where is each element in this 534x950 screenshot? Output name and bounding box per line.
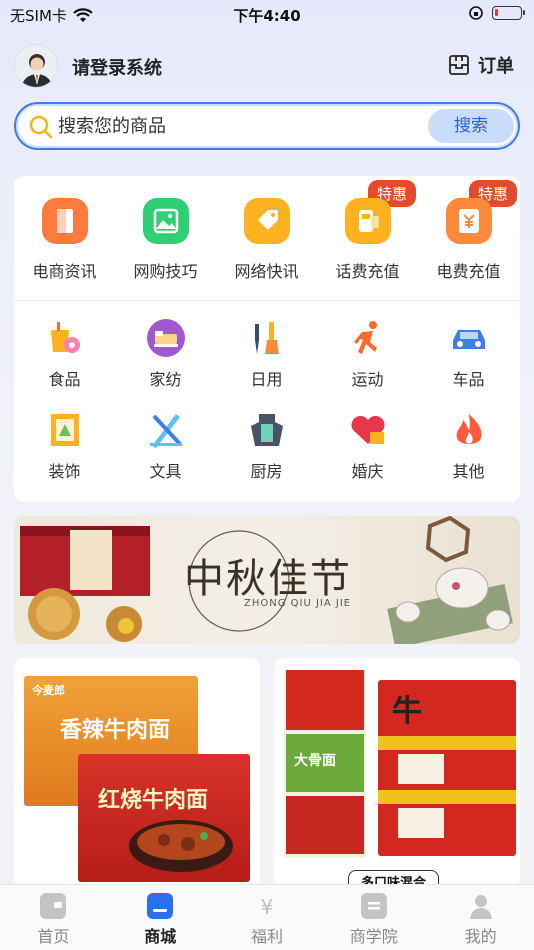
category-label: 家纺 [149,370,182,389]
noodle-bowl-image [129,820,233,872]
status-right [468,5,525,21]
battery-icon [492,6,525,20]
teapot-image [387,516,513,644]
tab-home[interactable]: 首页 [0,885,107,950]
tab-label: 福利 [250,927,283,946]
status-time: 下午4:40 [233,7,301,25]
orientation-lock-icon [469,6,483,20]
pack-stack-title: 大骨面 [294,753,336,769]
category-label: 婚庆 [351,462,384,481]
academy-icon [360,893,387,919]
banner-title: 中秋佳节 [184,556,352,602]
feature-label: 网络快讯 [234,262,299,281]
pack-title-1: 香辣牛肉面 [60,717,171,743]
category-label: 车品 [452,370,485,389]
search-input[interactable] [58,112,418,140]
feature-label: 话费充值 [335,262,400,281]
flame-icon [449,410,489,450]
category-kitchen[interactable]: 厨房 [216,406,317,498]
tab-welfare[interactable]: ¥ 福利 [214,885,321,950]
food-icon [45,318,85,358]
divider [14,300,520,301]
category-daily[interactable]: 日用 [216,314,317,406]
avatar[interactable] [14,44,58,88]
tag-icon [243,198,290,244]
category-label: 食品 [48,370,81,389]
feature-label: 电费充值 [436,262,501,281]
category-decoration[interactable]: 装饰 [14,406,115,498]
search-button[interactable]: 搜索 [428,109,514,143]
noodle-pack-red: 红烧牛肉面 [78,754,250,882]
tab-label: 商学院 [349,927,398,946]
product-card-spicy-beef-noodles[interactable]: 今麦郎 香辣牛肉面 红烧牛肉面 [14,658,260,888]
tab-label: 首页 [37,927,70,946]
news-door-icon [41,198,88,244]
tab-mall[interactable]: 商城 [107,885,214,950]
category-grid: 食品 家纺 日用 运动 车品 装饰 文具 厨房 婚庆 其他 [14,314,520,498]
pack-title-2: 红烧牛肉面 [98,787,209,813]
car-icon [449,318,489,358]
welfare-icon: ¥ [254,893,280,919]
bedding-icon [146,318,186,358]
orders-icon [449,55,469,75]
feature-phone-recharge[interactable]: 特惠 话费充值 [317,180,418,290]
product-card-bone-noodles[interactable]: 大骨面 牛 多口味混合 [274,658,520,888]
picture-icon [142,198,189,244]
bottom-tab-bar: 首页 商城 ¥ 福利 商学院 我的 [0,884,534,950]
orders-label: 订单 [478,56,514,77]
category-label: 其他 [452,462,485,481]
noodle-box-stack: 牛 [378,680,516,856]
search-bar: 搜索 [14,102,520,150]
user-avatar-icon [15,45,57,87]
category-label: 文具 [149,462,182,481]
orders-button[interactable]: 订单 [448,52,514,78]
mooncake-box-image [20,526,150,642]
tab-label: 商城 [144,927,177,946]
feature-network-flash[interactable]: 网络快讯 [216,194,317,290]
mid-autumn-banner[interactable]: 中秋佳节 ZHONG QIU JIA JIE [14,516,520,644]
status-bar: 无SIM卡 下午4:40 [0,0,534,30]
mall-icon [147,893,174,919]
category-stationery[interactable]: 文具 [115,406,216,498]
tab-academy[interactable]: 商学院 [320,885,427,950]
category-bedding[interactable]: 家纺 [115,314,216,406]
feature-label: 网购技巧 [133,262,198,281]
feature-shopping-tips[interactable]: 网购技巧 [115,194,216,290]
banner-subtitle: ZHONG QIU JIA JIE [244,598,352,609]
brand-label: 今麦郎 [32,684,65,697]
feature-ecommerce-news[interactable]: 电商资讯 [14,194,115,290]
battery-level [495,9,498,16]
header: 请登录系统 订单 [14,42,520,90]
svg-text:¥: ¥ [261,895,274,919]
home-icon [40,893,67,919]
apron-icon [247,410,287,450]
tab-label: 我的 [464,927,497,946]
electricity-bill-icon [445,198,492,244]
running-icon [348,318,388,358]
frame-icon [45,410,85,450]
category-other[interactable]: 其他 [418,406,519,498]
stationery-icon [146,410,186,450]
feature-label: 电商资讯 [32,262,97,281]
category-label: 日用 [250,370,283,389]
category-label: 装饰 [48,462,81,481]
category-food[interactable]: 食品 [14,314,115,406]
category-car[interactable]: 车品 [418,314,519,406]
category-label: 厨房 [250,462,283,481]
category-sports[interactable]: 运动 [317,314,418,406]
daily-use-icon [247,318,287,358]
profile-icon [468,893,494,919]
feature-row: 电商资讯 网购技巧 网络快讯 特惠 话费充值 特惠 电费充值 [14,180,520,290]
phone-charge-icon [344,198,391,244]
category-label: 运动 [351,370,384,389]
category-wedding[interactable]: 婚庆 [317,406,418,498]
noodle-pack-stack: 大骨面 [284,670,366,858]
tab-profile[interactable]: 我的 [427,885,534,950]
search-icon [29,115,53,139]
feature-electricity-recharge[interactable]: 特惠 电费充值 [418,180,519,290]
box-title: 牛 [392,694,422,729]
heart-icon [348,410,388,450]
login-prompt[interactable]: 请登录系统 [72,54,162,80]
category-card: 电商资讯 网购技巧 网络快讯 特惠 话费充值 特惠 电费充值 食品 家纺 日用 … [14,176,520,502]
